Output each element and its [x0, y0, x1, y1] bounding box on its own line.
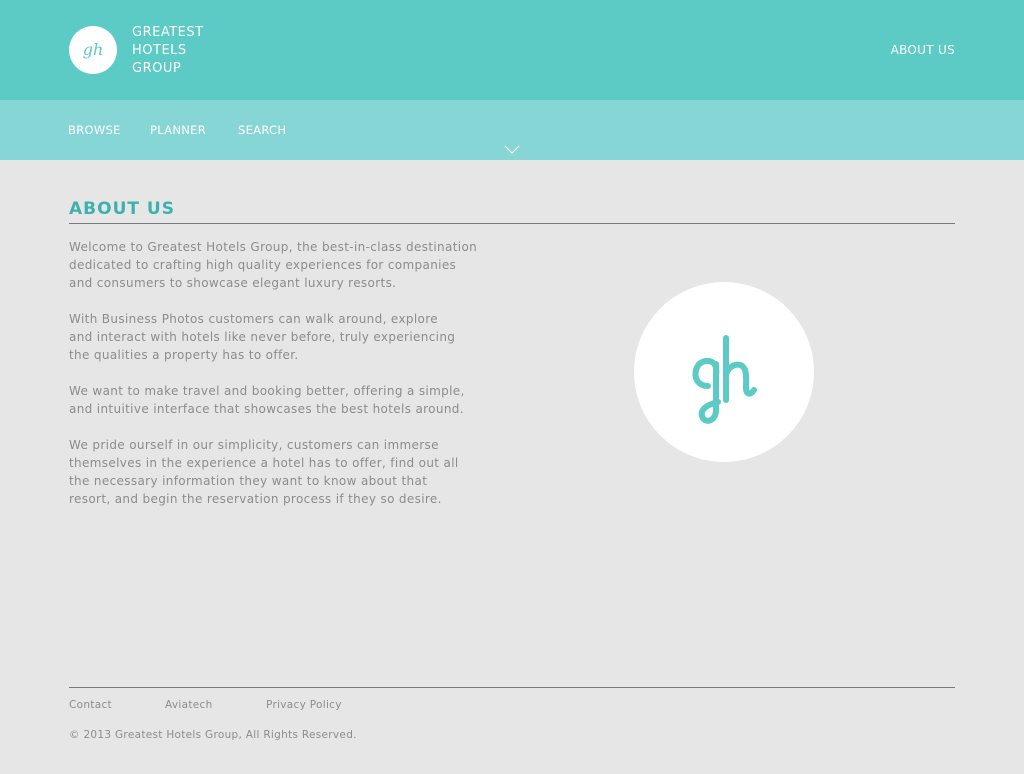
about-paragraph: Welcome to Greatest Hotels Group, the be…	[69, 240, 478, 290]
about-text: Welcome to Greatest Hotels Group, the be…	[69, 238, 499, 526]
brand-name-line: HOTELS	[132, 43, 187, 58]
page-title: ABOUT US	[69, 199, 175, 219]
site-header: gh GREATEST HOTELS GROUP ABOUT US	[0, 0, 1024, 100]
chevron-down-icon	[504, 145, 520, 154]
nav-item-planner[interactable]: PLANNER	[150, 123, 206, 137]
copyright-text: © 2013 Greatest Hotels Group, All Rights…	[69, 729, 357, 741]
title-divider	[69, 223, 955, 224]
brand-name: GREATEST HOTELS GROUP	[132, 24, 204, 78]
logo-text: gh	[83, 40, 104, 59]
about-us-link[interactable]: ABOUT US	[891, 43, 955, 57]
gh-monogram-icon	[692, 335, 757, 424]
footer-divider	[69, 687, 955, 688]
gh-monogram-icon: gh	[83, 40, 104, 59]
footer-link-aviatech[interactable]: Aviatech	[165, 699, 213, 711]
nav-item-browse[interactable]: BROWSE	[68, 123, 121, 137]
large-logo	[634, 282, 814, 462]
about-paragraph: With Business Photos customers can walk …	[69, 312, 456, 362]
about-paragraph: We want to make travel and booking bette…	[69, 384, 465, 416]
about-paragraph: We pride ourself in our simplicity, cust…	[69, 438, 459, 506]
brand-name-line: GROUP	[132, 61, 182, 76]
brand-name-line: GREATEST	[132, 25, 204, 40]
footer-link-contact[interactable]: Contact	[69, 699, 112, 711]
brand-logo-icon[interactable]: gh	[69, 26, 117, 74]
footer-link-privacy-policy[interactable]: Privacy Policy	[266, 699, 342, 711]
nav-item-search[interactable]: SEARCH	[238, 123, 286, 137]
